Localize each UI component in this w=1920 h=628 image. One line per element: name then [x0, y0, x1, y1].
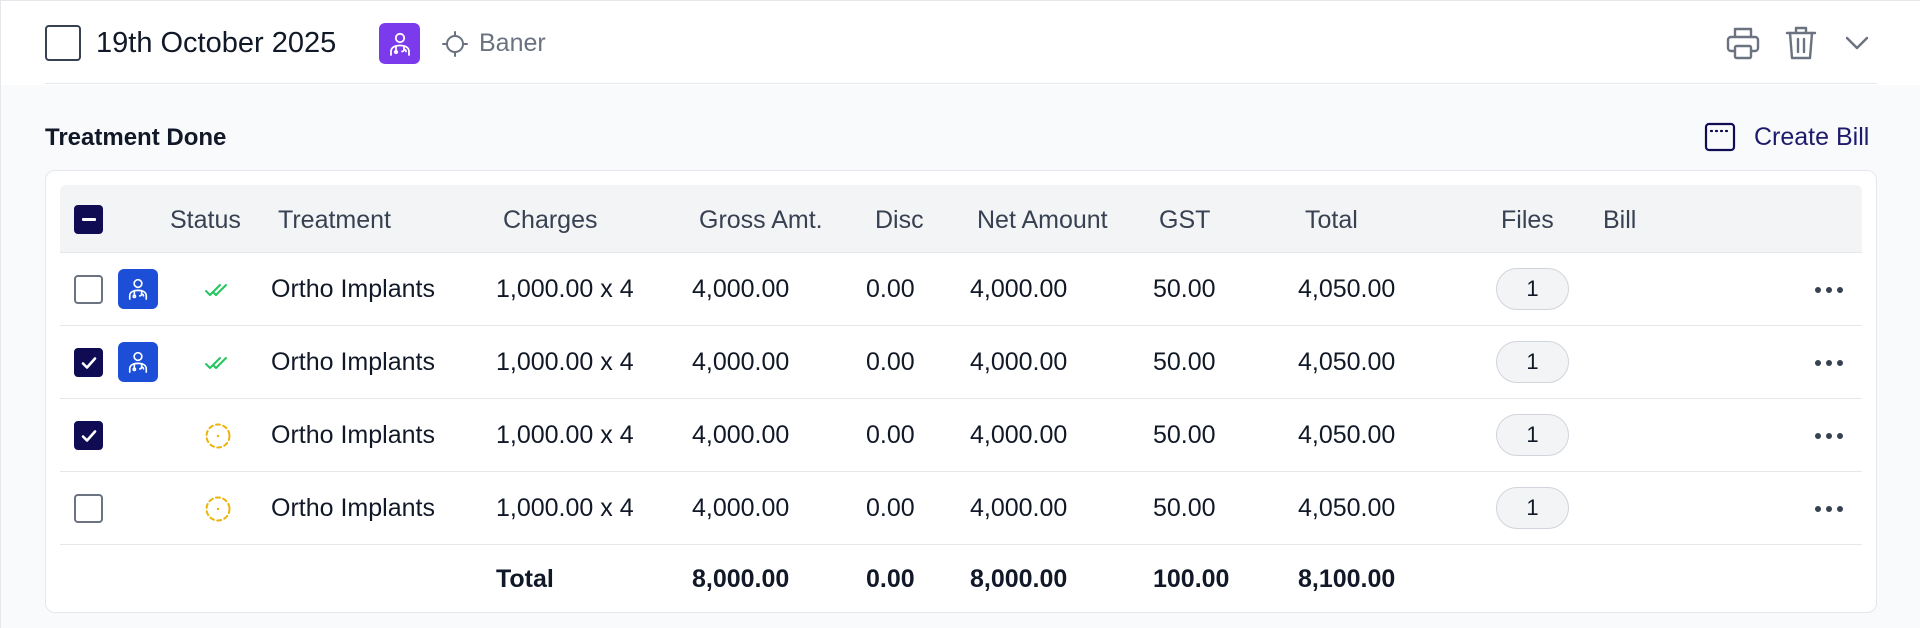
cell-charges: 1,000.00 x 4: [496, 275, 634, 303]
cell-total: 4,050.00: [1298, 494, 1396, 522]
cell-disc: 0.00: [866, 494, 915, 522]
files-count-button[interactable]: 1: [1496, 487, 1569, 529]
col-charges[interactable]: Charges: [503, 205, 598, 235]
visit-header: 19th October 2025 Baner: [1, 1, 1920, 85]
totals-disc: 0.00: [866, 565, 915, 593]
treatment-section: Treatment Done Create Bill Status Treatm…: [1, 85, 1920, 628]
cell-gst: 50.00: [1153, 348, 1216, 376]
col-total[interactable]: Total: [1305, 205, 1358, 235]
cell-net: 4,000.00: [970, 348, 1068, 376]
cell-net: 4,000.00: [970, 421, 1068, 449]
double-check-icon: [205, 357, 227, 369]
col-status[interactable]: Status: [170, 205, 241, 235]
cell-gross: 4,000.00: [692, 494, 790, 522]
visit-select-checkbox[interactable]: [45, 25, 81, 61]
cell-gross: 4,000.00: [692, 275, 790, 303]
doctor-icon: [128, 351, 148, 373]
cell-disc: 0.00: [866, 421, 915, 449]
cell-gross: 4,000.00: [692, 421, 790, 449]
doctor-badge: [379, 23, 420, 64]
cell-charges: 1,000.00 x 4: [496, 494, 634, 522]
more-horizontal-icon[interactable]: [1814, 359, 1844, 367]
table-row[interactable]: Ortho Implants 1,000.00 x 4 4,000.00 0.00 4,…: [60, 399, 1862, 472]
cell-gst: 50.00: [1153, 494, 1216, 522]
col-bill[interactable]: Bill: [1603, 205, 1636, 235]
cell-total: 4,050.00: [1298, 421, 1396, 449]
totals-label: Total: [496, 565, 554, 593]
cell-treatment: Ortho Implants: [271, 275, 435, 303]
cell-gst: 50.00: [1153, 275, 1216, 303]
cell-net: 4,000.00: [970, 275, 1068, 303]
doctor-badge: [118, 269, 158, 309]
files-count-button[interactable]: 1: [1496, 341, 1569, 383]
bill-icon: [1704, 122, 1736, 152]
col-gross[interactable]: Gross Amt.: [699, 205, 823, 235]
table-header: Status Treatment Charges Gross Amt. Disc…: [60, 185, 1862, 253]
totals-gst: 100.00: [1153, 565, 1230, 593]
visit-date: 19th October 2025: [96, 27, 337, 59]
totals-gross: 8,000.00: [692, 565, 790, 593]
row-checkbox[interactable]: [74, 494, 103, 523]
col-gst[interactable]: GST: [1159, 205, 1210, 235]
more-horizontal-icon[interactable]: [1814, 505, 1844, 513]
chevron-down-icon[interactable]: [1844, 33, 1870, 53]
create-bill-button[interactable]: Create Bill: [1704, 117, 1869, 157]
col-treatment[interactable]: Treatment: [278, 205, 391, 235]
section-title: Treatment Done: [45, 124, 227, 151]
doctor-icon: [389, 32, 410, 56]
trash-icon[interactable]: [1784, 25, 1818, 61]
cell-total: 4,050.00: [1298, 348, 1396, 376]
cell-disc: 0.00: [866, 348, 915, 376]
double-check-icon: [205, 284, 227, 296]
col-net[interactable]: Net Amount: [977, 205, 1108, 235]
files-count-button[interactable]: 1: [1496, 414, 1569, 456]
create-bill-label: Create Bill: [1754, 122, 1870, 151]
col-files[interactable]: Files: [1501, 205, 1554, 235]
printer-icon[interactable]: [1725, 25, 1761, 61]
cell-disc: 0.00: [866, 275, 915, 303]
doctor-icon: [128, 278, 148, 300]
files-count-button[interactable]: 1: [1496, 268, 1569, 310]
row-checkbox[interactable]: [74, 275, 103, 304]
treatment-table: Status Treatment Charges Gross Amt. Disc…: [45, 170, 1877, 613]
table-row[interactable]: Ortho Implants 1,000.00 x 4 4,000.00 0.00 4,…: [60, 253, 1862, 326]
cell-net: 4,000.00: [970, 494, 1068, 522]
cell-treatment: Ortho Implants: [271, 348, 435, 376]
totals-total: 8,100.00: [1298, 565, 1396, 593]
totals-net: 8,000.00: [970, 565, 1068, 593]
treatment-card: 19th October 2025 Baner Treatment Done C…: [0, 0, 1920, 628]
dashed-circle-icon: [205, 496, 231, 522]
more-horizontal-icon[interactable]: [1814, 432, 1844, 440]
table-row[interactable]: Ortho Implants 1,000.00 x 4 4,000.00 0.00 4,…: [60, 472, 1862, 545]
cell-gross: 4,000.00: [692, 348, 790, 376]
row-checkbox[interactable]: [74, 421, 103, 450]
more-horizontal-icon[interactable]: [1814, 286, 1844, 294]
table-row[interactable]: Ortho Implants 1,000.00 x 4 4,000.00 0.00 4,…: [60, 326, 1862, 399]
cell-total: 4,050.00: [1298, 275, 1396, 303]
cell-treatment: Ortho Implants: [271, 494, 435, 522]
doctor-badge: [118, 342, 158, 382]
cell-gst: 50.00: [1153, 421, 1216, 449]
cell-charges: 1,000.00 x 4: [496, 348, 634, 376]
dashed-circle-icon: [205, 423, 231, 449]
totals-row: Total 8,000.00 0.00 8,000.00 100.00 8,10…: [60, 545, 1862, 613]
header-divider: [45, 83, 1877, 84]
cell-charges: 1,000.00 x 4: [496, 421, 634, 449]
crosshair-icon: [442, 31, 468, 57]
col-disc[interactable]: Disc: [875, 205, 924, 235]
row-checkbox[interactable]: [74, 348, 103, 377]
location-label: Baner: [479, 29, 546, 57]
select-all-checkbox[interactable]: [74, 205, 103, 234]
cell-treatment: Ortho Implants: [271, 421, 435, 449]
